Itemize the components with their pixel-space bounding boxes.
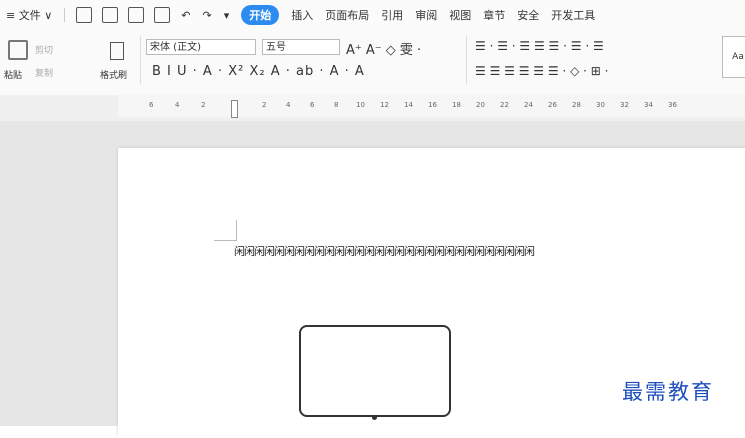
paste-icon[interactable] [8,40,28,60]
ruler-tick: 6 [310,101,315,109]
export-icon[interactable] [102,7,119,23]
ruler-tick: 28 [572,101,581,109]
ruler-tick: 30 [596,101,605,109]
ruler-tick: 2 [262,101,267,109]
cut-button[interactable]: 剪切 [35,43,53,56]
copy-button[interactable]: 复制 [35,66,53,79]
format-painter-icon[interactable] [110,42,124,60]
font-size-buttons[interactable]: A⁺ A⁻ ◇ 雯 · [346,39,421,58]
format-painter-button[interactable]: 格式刷 [100,68,127,81]
watermark: 最需教育 [622,380,714,404]
tab-insert[interactable]: 插入 [291,7,313,23]
tab-view[interactable]: 视图 [449,7,471,23]
ruler-tick: 34 [644,101,653,109]
menu-separator [64,8,66,22]
shape-handle[interactable] [372,415,377,420]
menu-bar: ≡ 文件 ∨ ↶ ↷ ▾ 开始 插入 页面布局 引用 审阅 视图 章节 安全 开… [0,0,745,30]
ruler-tick: 8 [334,101,339,109]
undo-icon[interactable]: ↶ [181,9,190,22]
ruler-tick: 14 [404,101,413,109]
paste-button[interactable]: 粘贴 [4,68,22,81]
tab-home[interactable]: 开始 [241,5,280,25]
redo-icon[interactable]: ↷ [202,9,211,22]
file-menu[interactable]: ≡ 文件 ∨ [6,7,52,23]
tab-security[interactable]: 安全 [517,7,539,23]
quick-access-dropdown-icon[interactable]: ▾ [224,9,230,22]
indent-marker[interactable] [231,100,238,118]
ruler-tick: 4 [286,101,291,109]
margin-marker-vertical [236,220,237,241]
tab-references[interactable]: 引用 [381,7,403,23]
save-icon[interactable] [76,7,93,23]
print-preview-icon[interactable] [154,7,171,23]
ruler-tick: 2 [201,101,206,109]
ruler-tick: 16 [428,101,437,109]
tab-page-layout[interactable]: 页面布局 [325,7,369,23]
print-icon[interactable] [128,7,145,23]
ruler-tick: 24 [524,101,533,109]
tab-developer-tools[interactable]: 开发工具 [551,7,595,23]
rounded-rectangle-shape[interactable] [299,325,451,417]
ribbon-separator [466,36,467,84]
margin-marker-horizontal [214,240,236,241]
ruler-tick: 20 [476,101,485,109]
ribbon-separator [140,36,141,84]
style-gallery[interactable]: Aa [722,36,745,78]
paragraph-list-buttons[interactable]: ☰ · ☰ · ☰ ☰ ☰ · ☰ · ☰ [475,39,604,53]
ruler-tick: 12 [380,101,389,109]
horizontal-ruler[interactable]: 6 4 2 2 4 6 8 10 12 14 16 18 20 22 24 26… [0,95,745,122]
ruler-tick: 4 [175,101,180,109]
tab-chapter[interactable]: 章节 [483,7,505,23]
font-size-select[interactable]: 五号 [262,39,340,55]
ribbon-toolbar: 粘贴 剪切 复制 格式刷 宋体 (正文) 五号 B I U · A · X² X… [0,30,745,96]
font-format-buttons[interactable]: B I U · A · X² X₂ A · ab · A · A [152,64,365,79]
ruler-tick: 36 [668,101,677,109]
font-name-select[interactable]: 宋体 (正文) [146,39,256,55]
ruler-tick: 32 [620,101,629,109]
ruler-tick: 6 [149,101,154,109]
ruler-tick: 10 [356,101,365,109]
ruler-tick: 26 [548,101,557,109]
document-text[interactable]: 闲闲闲闲闲闲闲闲闲闲闲闲闲闲闲闲闲闲闲闲闲闲闲闲闲闲闲闲闲闲 [234,243,535,259]
ruler-tick: 22 [500,101,509,109]
tab-review[interactable]: 审阅 [415,7,437,23]
paragraph-align-buttons[interactable]: ☰ ☰ ☰ ☰ ☰ ☰ · ◇ · ⊞ · [475,64,608,78]
ruler-tick: 18 [452,101,461,109]
